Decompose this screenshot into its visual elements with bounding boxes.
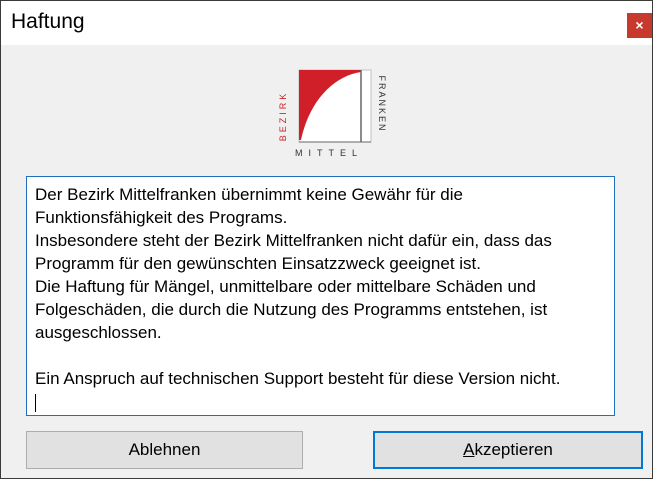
close-icon: ×: [635, 17, 644, 33]
disclaimer-line: Die Haftung für Mängel, unmittelbare ode…: [35, 277, 536, 296]
disclaimer-line: ausgeschlossen.: [35, 323, 162, 342]
close-button[interactable]: ×: [627, 13, 652, 38]
text-caret: [35, 393, 36, 412]
disclaimer-line: Funktionsfähigkeit des Programs.: [35, 208, 288, 227]
disclaimer-textarea[interactable]: Der Bezirk Mittelfranken übernimmt keine…: [26, 176, 615, 416]
disclaimer-line: [35, 344, 606, 367]
accept-label-rest: kzeptieren: [474, 440, 553, 459]
logo-bezirk-text: BEZIRK: [278, 91, 288, 142]
bezirk-mittelfranken-logo: BEZIRK FRANKEN MITTEL: [278, 69, 387, 158]
disclaimer-line: Programm für den gewünschten Einsatzzwec…: [35, 254, 482, 273]
decline-button[interactable]: Ablehnen: [26, 431, 303, 469]
accept-mnemonic: A: [463, 440, 475, 459]
logo-franken-text: FRANKEN: [377, 75, 387, 132]
disclaimer-line: Folgeschäden, die durch die Nutzung des …: [35, 300, 548, 319]
logo-mittel-text: MITTEL: [295, 148, 363, 158]
logo-square-icon: [298, 69, 372, 143]
liability-dialog: Haftung × BEZIRK FRANKEN MITTEL Der Bezi…: [0, 0, 653, 479]
disclaimer-line: Der Bezirk Mittelfranken übernimmt keine…: [35, 185, 463, 204]
disclaimer-line: Insbesondere steht der Bezirk Mittelfran…: [35, 231, 552, 250]
window-title: Haftung: [11, 10, 85, 33]
disclaimer-line: Ein Anspruch auf technischen Support bes…: [35, 369, 561, 388]
title-bar[interactable]: Haftung ×: [1, 1, 652, 45]
text-caret-line: [35, 390, 606, 413]
accept-button[interactable]: Akzeptieren: [373, 431, 643, 469]
